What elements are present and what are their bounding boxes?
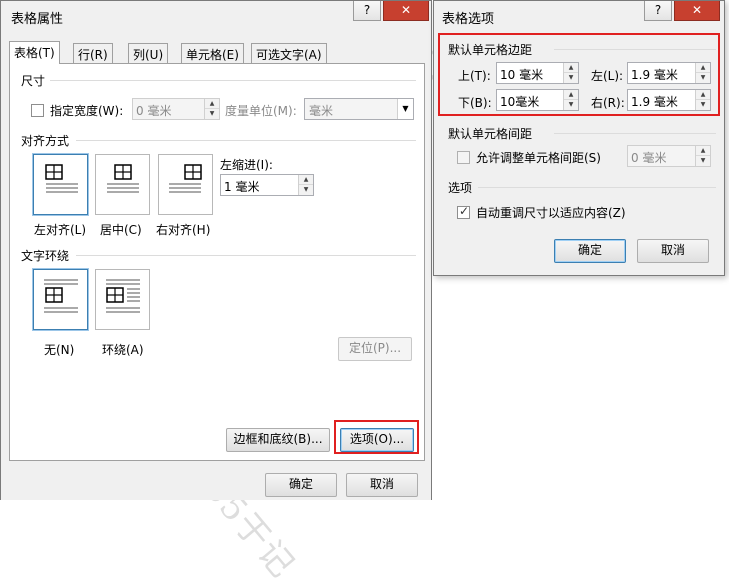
left-margin-stepper[interactable]: 1.9 毫米 ▲ ▼ (627, 62, 711, 84)
alignment-section-label: 对齐方式 (21, 134, 70, 148)
spin-down-icon[interactable]: ▼ (696, 100, 710, 110)
spacing-value: 0 毫米 (631, 151, 667, 165)
wrap-around-option[interactable] (95, 269, 150, 330)
measure-unit-value: 毫米 (309, 104, 334, 118)
indent-stepper[interactable]: 1 毫米 ▲ ▼ (220, 174, 314, 196)
allow-spacing-checkbox[interactable] (457, 151, 470, 164)
preferred-width-label: 指定宽度(W): (50, 104, 124, 118)
spin-down-icon[interactable]: ▼ (205, 109, 219, 119)
table-options-dialog: 表格选项 ? ✕ 默认单元格边距 上(T): 10 毫米 ▲ ▼ 左(L): 1.… (433, 0, 725, 276)
close-button[interactable]: ✕ (674, 1, 720, 21)
right-margin-stepper[interactable]: 1.9 毫米 ▲ ▼ (627, 89, 711, 111)
title-bar: 表格属性 ? ✕ (1, 1, 431, 31)
spin-up-icon[interactable]: ▲ (205, 99, 219, 109)
dialog-title: 表格属性 (11, 12, 64, 27)
align-left-label: 左对齐(L) (34, 223, 87, 237)
divider (554, 133, 716, 134)
cancel-button[interactable]: 取消 (637, 239, 709, 263)
cancel-button[interactable]: 取消 (346, 473, 418, 497)
spin-up-icon[interactable]: ▲ (696, 63, 710, 73)
top-margin-stepper[interactable]: 10 毫米 ▲ ▼ (496, 62, 579, 84)
preferred-width-value: 0 毫米 (136, 104, 172, 118)
wrap-none-icon (44, 279, 78, 313)
divider (76, 140, 416, 141)
indent-label: 左缩进(I): (220, 158, 273, 172)
wrap-none-label: 无(N) (44, 343, 75, 357)
spin-down-icon[interactable]: ▼ (696, 73, 710, 83)
align-center-label: 居中(C) (100, 223, 142, 237)
tab-column[interactable]: 列(U) (128, 43, 169, 63)
align-left-option[interactable] (33, 154, 88, 215)
spin-down-icon[interactable]: ▼ (564, 73, 578, 83)
spin-up-icon[interactable]: ▲ (696, 90, 710, 100)
measure-unit-label: 度量单位(M): (225, 104, 297, 118)
spacing-section-label: 默认单元格间距 (448, 127, 533, 141)
bottom-margin-value: 10毫米 (500, 95, 540, 109)
bottom-margin-label: 下(B): (458, 96, 492, 110)
divider (554, 49, 716, 50)
spin-up-icon[interactable]: ▲ (299, 175, 313, 185)
help-button[interactable]: ? (644, 1, 672, 21)
left-margin-label: 左(L): (591, 69, 624, 83)
spacing-stepper[interactable]: 0 毫米 ▲ ▼ (627, 145, 711, 167)
spin-down-icon[interactable]: ▼ (299, 185, 313, 195)
spin-down-icon[interactable]: ▼ (696, 156, 710, 166)
tab-row[interactable]: 行(R) (73, 43, 113, 63)
tab-cell[interactable]: 单元格(E) (181, 43, 244, 63)
spin-up-icon[interactable]: ▲ (564, 90, 578, 100)
top-margin-label: 上(T): (458, 69, 491, 83)
left-margin-value: 1.9 毫米 (631, 68, 678, 82)
align-left-icon (45, 164, 78, 193)
align-right-icon (169, 164, 202, 193)
align-center-icon (107, 164, 139, 193)
divider (478, 187, 716, 188)
wrapping-section-label: 文字环绕 (21, 249, 70, 263)
ok-button[interactable]: 确定 (554, 239, 626, 263)
positioning-button[interactable]: 定位(P)... (338, 337, 412, 361)
title-bar: 表格选项 ? ✕ (434, 1, 724, 31)
margins-section-label: 默认单元格边距 (448, 43, 533, 57)
chevron-down-icon[interactable]: ▼ (397, 99, 413, 119)
close-button[interactable]: ✕ (383, 1, 429, 21)
autoresize-label: 自动重调尺寸以适应内容(Z) (476, 206, 626, 220)
divider (50, 80, 416, 81)
wrap-around-label: 环绕(A) (102, 343, 144, 357)
preferred-width-stepper[interactable]: 0 毫米 ▲ ▼ (132, 98, 220, 120)
preferred-width-checkbox[interactable] (31, 104, 44, 117)
spin-down-icon[interactable]: ▼ (564, 100, 578, 110)
wrap-around-icon (106, 279, 140, 313)
tab-panel: 尺寸 指定宽度(W): 0 毫米 ▲ ▼ 度量单位(M): 毫米 ▼ 对齐方式 左 (9, 63, 425, 461)
right-margin-label: 右(R): (591, 96, 625, 110)
ok-button[interactable]: 确定 (265, 473, 337, 497)
help-button[interactable]: ? (353, 1, 381, 21)
measure-unit-select[interactable]: 毫米 ▼ (304, 98, 414, 120)
right-margin-value: 1.9 毫米 (631, 95, 678, 109)
spin-up-icon[interactable]: ▲ (564, 63, 578, 73)
options-button[interactable]: 选项(O)... (340, 428, 414, 452)
spin-up-icon[interactable]: ▲ (696, 146, 710, 156)
tab-table[interactable]: 表格(T) (9, 41, 60, 64)
bottom-margin-stepper[interactable]: 10毫米 ▲ ▼ (496, 89, 579, 111)
indent-value: 1 毫米 (224, 180, 260, 194)
options-section-label: 选项 (448, 181, 473, 195)
align-right-label: 右对齐(H) (156, 223, 211, 237)
top-margin-value: 10 毫米 (500, 68, 544, 82)
divider (76, 255, 416, 256)
size-section-label: 尺寸 (21, 74, 46, 88)
wrap-none-option[interactable] (33, 269, 88, 330)
align-right-option[interactable] (158, 154, 213, 215)
dialog-title: 表格选项 (442, 12, 495, 27)
tab-alt-text[interactable]: 可选文字(A) (251, 43, 327, 63)
borders-shading-button[interactable]: 边框和底纹(B)... (226, 428, 330, 452)
autoresize-checkbox[interactable] (457, 204, 470, 219)
table-properties-dialog: 表格属性 ? ✕ 表格(T) 行(R) 列(U) 单元格(E) 可选文字(A) … (0, 0, 432, 500)
allow-spacing-label: 允许调整单元格间距(S) (476, 151, 601, 165)
align-center-option[interactable] (95, 154, 150, 215)
